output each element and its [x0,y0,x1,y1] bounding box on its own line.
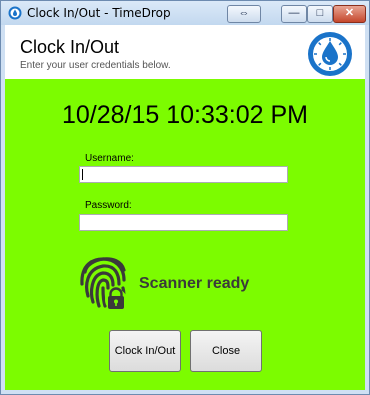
minimize-button[interactable]: — [281,5,307,23]
header-panel: Clock In/Out Enter your user credentials… [5,25,365,79]
username-input[interactable] [79,166,288,183]
username-label: Username: [85,153,134,164]
clock-display: 10/28/15 10:33:02 PM [61,101,309,129]
water-drop-gear-icon [308,32,352,76]
app-icon [8,6,22,20]
close-button[interactable]: Close [190,330,262,372]
fingerprint-lock-icon [80,257,127,311]
page-subtitle: Enter your user credentials below. [20,60,171,71]
close-window-button[interactable]: ✕ [333,5,366,23]
password-label: Password: [85,200,132,211]
main-panel: 10/28/15 10:33:02 PM Username: Password:… [5,79,365,390]
title-bar[interactable]: Clock In/Out - TimeDrop ⇔ — □ ✕ [1,1,369,25]
clock-in-out-button[interactable]: Clock In/Out [109,330,181,372]
maximize-button[interactable]: □ [307,5,333,23]
scanner-status: Scanner ready [139,275,250,292]
window-title: Clock In/Out - TimeDrop [27,6,171,20]
app-window: Clock In/Out - TimeDrop ⇔ — □ ✕ Clock In… [0,0,370,395]
swap-button[interactable]: ⇔ [227,5,261,23]
password-input[interactable] [79,214,288,231]
page-title: Clock In/Out [20,37,120,57]
text-cursor [82,169,83,180]
